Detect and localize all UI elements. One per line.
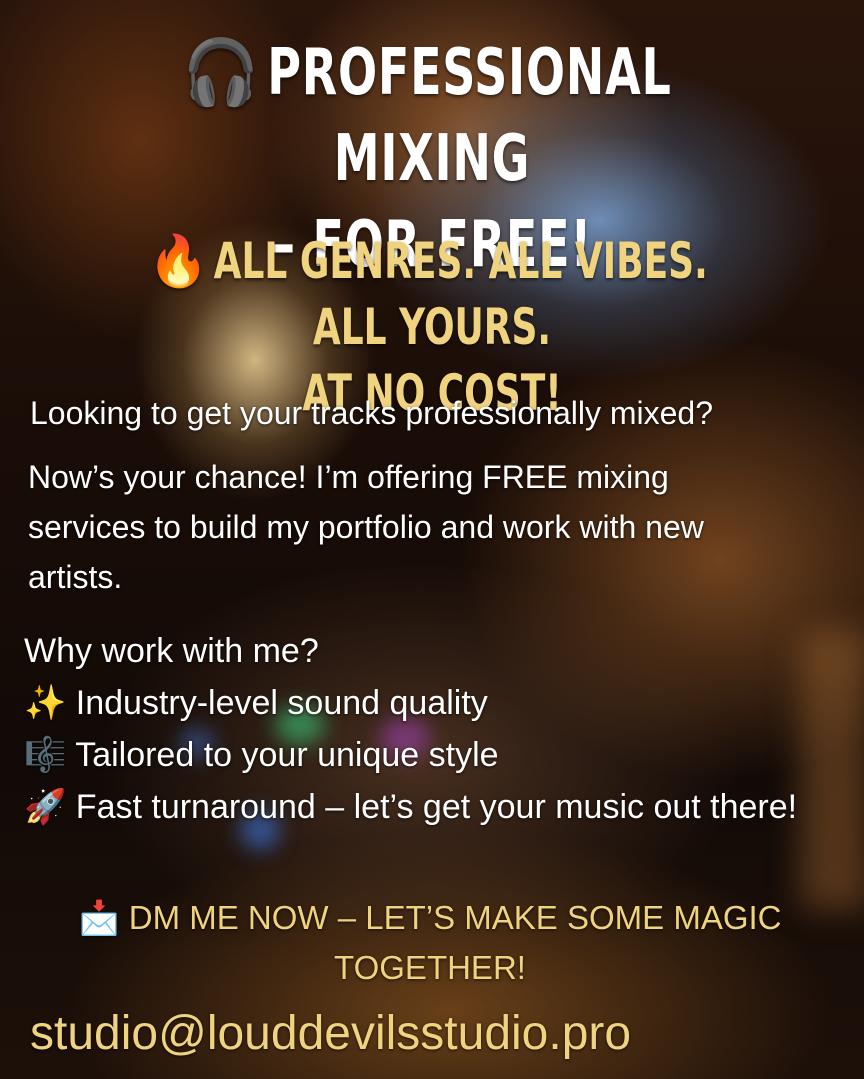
headline-line-1: PROFESSIONAL MIXING <box>267 36 672 196</box>
why-item: 🚀 Fast turnaround – let’s get your music… <box>24 781 854 833</box>
promo-poster: 🎧 PROFESSIONAL MIXING – FOR FREE! 🔥 ALL … <box>0 0 864 1079</box>
offer-text: Now’s your chance! I’m offering FREE mix… <box>28 459 704 595</box>
subheadline-line-1: ALL GENRES. ALL VIBES. ALL YOURS. <box>213 232 708 356</box>
why-section: Why work with me? ✨ Industry-level sound… <box>24 625 854 833</box>
rocket-icon: 🚀 <box>24 788 67 826</box>
cta-text: DM ME NOW – LET’S MAKE SOME MAGIC TOGETH… <box>128 899 782 986</box>
why-item-text: Fast turnaround – let’s get your music o… <box>75 788 798 826</box>
intro-text: Looking to get your tracks professionall… <box>30 395 714 431</box>
why-heading: Why work with me? <box>24 632 319 670</box>
sparkles-icon: ✨ <box>24 684 67 722</box>
why-item-text: Tailored to your unique style <box>75 736 499 774</box>
why-item: 🎼 Tailored to your unique style <box>24 729 854 781</box>
call-to-action: 📩 DM ME NOW – LET’S MAKE SOME MAGIC TOGE… <box>20 893 840 993</box>
contact-email: studio@louddevilsstudio.pro <box>30 1007 632 1060</box>
musical-score-icon: 🎼 <box>24 736 67 774</box>
why-item: ✨ Industry-level sound quality <box>24 677 854 729</box>
envelope-icon: 📩 <box>78 899 120 936</box>
why-item-text: Industry-level sound quality <box>75 684 488 722</box>
headphones-icon: 🎧 <box>182 36 261 110</box>
fire-icon: 🔥 <box>148 232 209 290</box>
